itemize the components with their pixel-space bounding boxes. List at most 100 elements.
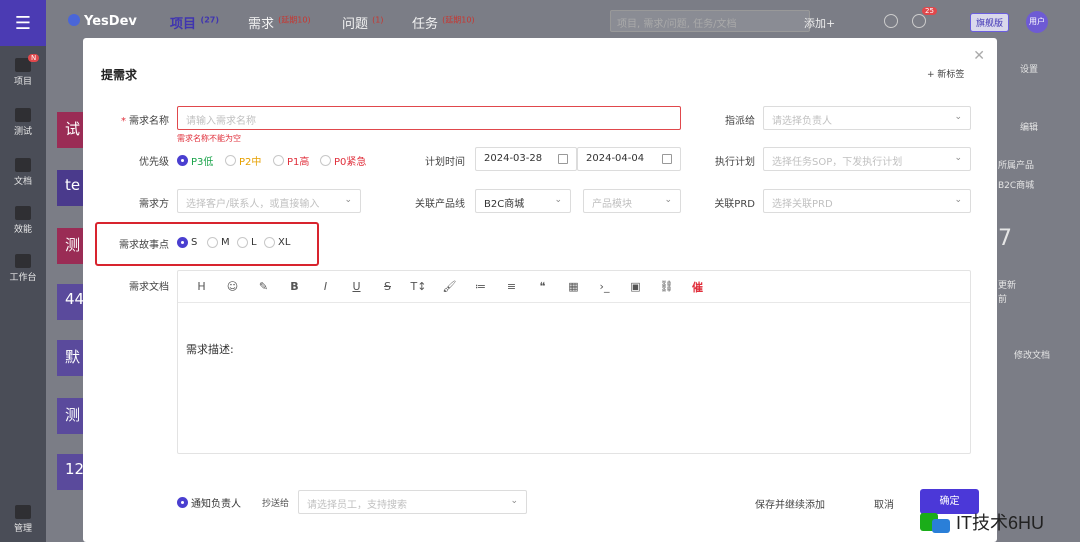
chevron-down-icon: ⌄ <box>344 195 352 205</box>
end-date-input[interactable]: 2024-04-04 <box>577 147 681 171</box>
plan-time-label: 计划时间 <box>425 157 465 168</box>
bg-label: 前 <box>998 295 1008 305</box>
story-point-s[interactable]: S <box>177 237 197 248</box>
edit-doc-link[interactable]: 修改文档 <box>1014 348 1050 361</box>
settings-link[interactable]: 设置 <box>1020 62 1038 75</box>
story-point-l[interactable]: L <box>237 237 257 248</box>
nav-project[interactable]: 项目 (27) <box>170 13 219 32</box>
priority-p0[interactable]: P0紧急 <box>320 153 366 168</box>
bell-icon[interactable] <box>884 14 898 28</box>
requester-label: 需求方 <box>139 199 169 210</box>
story-point-m[interactable]: M <box>207 237 230 248</box>
nav-task[interactable]: 任务 (延期10) <box>412 13 475 32</box>
app-sidebar: ☰ N 项目 测试 文档 效能 工作台 管理 <box>0 0 46 542</box>
bg-card: 测 <box>57 398 83 434</box>
sidebar-item-workbench[interactable]: 工作台 <box>0 254 46 283</box>
bold-icon[interactable]: B <box>279 280 310 293</box>
prd-select[interactable]: 选择关联PRD ⌄ <box>763 189 971 213</box>
product-line-label: 关联产品线 <box>415 199 465 210</box>
name-input[interactable]: 请输入需求名称 <box>177 106 681 130</box>
sidebar-item-test[interactable]: 测试 <box>0 108 46 137</box>
brush-icon[interactable]: 🖌 <box>434 280 465 293</box>
app-logo: YesDev <box>68 14 137 29</box>
save-continue-button[interactable]: 保存并继续添加 <box>755 496 825 511</box>
close-icon[interactable]: ✕ <box>973 48 985 64</box>
prd-label: 关联PRD <box>714 199 755 210</box>
assignee-select[interactable]: 请选择负责人 ⌄ <box>763 106 971 130</box>
global-search-input[interactable]: 项目, 需求/问题, 任务/文档 <box>610 10 810 32</box>
list-icon[interactable]: ≔ <box>465 280 496 293</box>
priority-label: 优先级 <box>139 157 169 168</box>
calendar-icon <box>662 154 672 164</box>
logo-icon <box>68 14 80 26</box>
code-icon[interactable]: ›_ <box>589 280 620 293</box>
bg-label: 所属产品 <box>998 161 1035 171</box>
italic-icon[interactable]: I <box>310 280 341 293</box>
pen-icon[interactable]: ✎ <box>248 280 279 293</box>
new-tag-button[interactable]: + 新标签 <box>927 67 964 80</box>
bg-card: 默 <box>57 340 83 376</box>
exec-plan-select[interactable]: 选择任务SOP，下发执行计划 ⌄ <box>763 147 971 171</box>
heading-icon[interactable]: H <box>186 280 217 293</box>
nav-issue[interactable]: 问题 (1) <box>342 13 384 32</box>
priority-p2[interactable]: P2中 <box>225 153 261 168</box>
requester-select[interactable]: 选择客户/联系人，或直接输入 ⌄ <box>177 189 361 213</box>
calendar-icon <box>558 154 568 164</box>
sidebar-item-admin[interactable]: 管理 <box>0 505 46 534</box>
avatar[interactable]: 用户 <box>1026 11 1048 33</box>
table-icon[interactable]: ▦ <box>558 280 589 293</box>
remind-icon[interactable]: 催 <box>682 279 713 295</box>
notif-badge: 25 <box>922 7 937 15</box>
rich-text-editor[interactable]: H ☺ ✎ B I U S T↕ 🖌 ≔ ≡ ❝ ▦ ›_ ▣ ⛓ 催 需求描述… <box>177 270 971 454</box>
test-icon <box>15 108 31 122</box>
sidebar-item-project[interactable]: N 项目 <box>0 54 46 87</box>
story-points-label: 需求故事点 <box>119 240 169 251</box>
chart-icon <box>15 206 31 220</box>
bg-card: 12 <box>57 454 83 490</box>
product-module-select[interactable]: 产品模块 ⌄ <box>583 189 681 213</box>
sidebar-item-docs[interactable]: 文档 <box>0 158 46 187</box>
modal-title: 提需求 <box>101 68 138 82</box>
edit-link[interactable]: 编辑 <box>1020 120 1038 133</box>
quote-icon[interactable]: ❝ <box>527 280 558 293</box>
bg-label: 更新 <box>998 281 1017 291</box>
story-point-xl[interactable]: XL <box>264 237 290 248</box>
chevron-down-icon: ⌄ <box>510 496 518 506</box>
assignee-label: 指派给 <box>725 116 755 127</box>
priority-p3[interactable]: P3低 <box>177 153 213 168</box>
priority-p1[interactable]: P1高 <box>273 153 309 168</box>
font-size-icon[interactable]: T↕ <box>403 280 434 293</box>
admin-icon <box>15 505 31 519</box>
align-icon[interactable]: ≡ <box>496 280 527 293</box>
grid-icon <box>15 254 31 268</box>
upgrade-button[interactable]: 旗舰版 <box>970 13 1010 32</box>
image-icon[interactable]: ▣ <box>620 280 651 293</box>
notify-assignee-checkbox[interactable]: 通知负责人 <box>177 495 241 510</box>
editor-body[interactable]: 需求描述: <box>178 303 970 357</box>
sidebar-item-efficiency[interactable]: 效能 <box>0 206 46 235</box>
chevron-down-icon: ⌄ <box>664 195 672 205</box>
chevron-down-icon: ⌄ <box>554 195 562 205</box>
cc-select[interactable]: 请选择员工，支持搜索 ⌄ <box>298 490 527 514</box>
cc-label: 抄送给 <box>262 499 290 509</box>
chevron-down-icon: ⌄ <box>954 153 962 163</box>
add-button[interactable]: 添加+ <box>804 15 835 31</box>
start-date-input[interactable]: 2024-03-28 <box>475 147 577 171</box>
doc-label: 需求文档 <box>129 282 169 293</box>
emoji-icon[interactable]: ☺ <box>217 280 248 293</box>
name-label: * 需求名称 <box>121 116 169 127</box>
name-error: 需求名称不能为空 <box>177 134 241 143</box>
doc-icon <box>15 158 31 172</box>
nav-requirement[interactable]: 需求 (延期10) <box>248 13 311 32</box>
create-requirement-modal: 提需求 ✕ + 新标签 * 需求名称 请输入需求名称 需求名称不能为空 指派给 请… <box>83 38 997 542</box>
menu-icon[interactable]: ☰ <box>0 0 46 46</box>
strikethrough-icon[interactable]: S <box>372 280 403 293</box>
underline-icon[interactable]: U <box>341 280 372 293</box>
chevron-down-icon: ⌄ <box>954 195 962 205</box>
cancel-button[interactable]: 取消 <box>874 496 894 511</box>
bg-card: 44 <box>57 284 83 320</box>
bg-card: 试 <box>57 112 83 148</box>
link-icon[interactable]: ⛓ <box>651 280 682 293</box>
product-line-select[interactable]: B2C商城 ⌄ <box>475 189 571 213</box>
clock-icon[interactable] <box>912 14 926 28</box>
